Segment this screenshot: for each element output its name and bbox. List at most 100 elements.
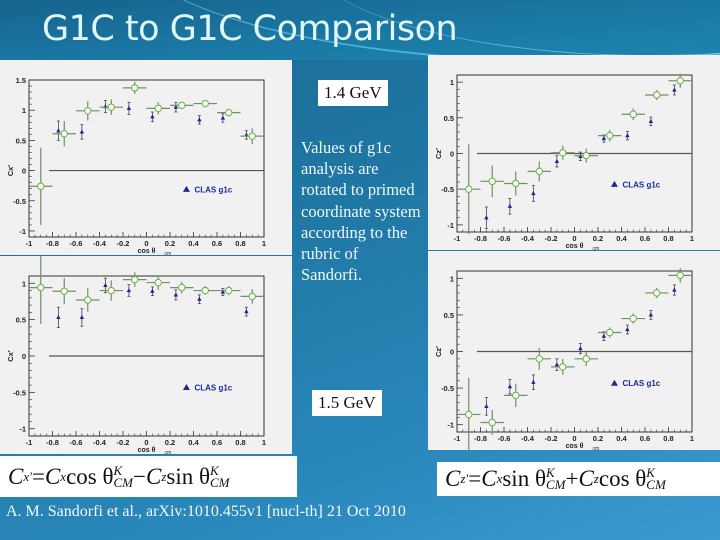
- data-point-clas-g1c: [507, 378, 513, 395]
- y-tick-label: 0: [450, 150, 454, 159]
- legend-marker: [182, 384, 190, 390]
- formula-function: sin θ: [166, 463, 211, 489]
- y-tick-label: 0.5: [16, 316, 26, 325]
- x-tick-label: -0.4: [521, 234, 535, 243]
- y-tick-label: -0.5: [13, 388, 26, 397]
- chart-panel-cx-1.5: -1 -0.8 -0.6 -0.4 -0.2 0 0.2 0.4 0.6 0.8 1 cos θ cm -…: [0, 256, 292, 454]
- x-axis-label: cos θ: [566, 443, 584, 450]
- y-tick-label: 1: [450, 274, 454, 283]
- y-axis-label: Cz′: [434, 346, 443, 357]
- x-tick-label: -1: [26, 438, 33, 447]
- data-point-clas-g1c: [244, 130, 249, 140]
- legend-label: CLAS g1c: [194, 384, 232, 393]
- triangle-marker: [672, 287, 677, 292]
- data-point-g1c-rotated: [217, 286, 241, 295]
- triangle-marker: [625, 133, 630, 138]
- y-tick-label: 0: [22, 167, 26, 176]
- x-tick-label: 0.4: [616, 234, 627, 243]
- formula-operator: =: [31, 463, 45, 489]
- triangle-marker: [56, 128, 61, 133]
- data-point-clas-g1c: [220, 113, 226, 123]
- triangle-marker: [150, 114, 155, 119]
- data-point-clas-g1c: [648, 310, 654, 320]
- open-circle-marker: [559, 363, 567, 371]
- x-tick-label: -0.8: [474, 234, 487, 243]
- legend-marker: [610, 180, 618, 187]
- x-axis-label-subscript: cm: [165, 450, 172, 454]
- x-axis-label: cos θ: [566, 243, 584, 250]
- open-circle-marker: [535, 167, 543, 176]
- x-tick-label: -1: [454, 234, 461, 243]
- x-tick-label: -0.4: [93, 438, 107, 447]
- data-point-g1c-rotated: [99, 99, 123, 116]
- x-tick-label: -0.8: [46, 239, 59, 248]
- formula-operator: −: [133, 463, 146, 489]
- data-point-g1c-rotated: [146, 275, 170, 290]
- triangle-marker: [554, 158, 560, 163]
- x-tick-label: 0.2: [165, 239, 175, 248]
- legend-label: CLAS g1c: [194, 185, 232, 194]
- data-point-g1c-rotated: [574, 148, 598, 163]
- y-tick-label: -1: [19, 425, 26, 434]
- open-circle-marker: [582, 355, 590, 363]
- data-point-g1c-rotated: [645, 89, 669, 100]
- triangle-marker: [103, 282, 108, 288]
- open-circle-marker: [629, 314, 637, 323]
- x-tick-label: 0.6: [640, 234, 650, 243]
- x-tick-label: 0.4: [188, 239, 199, 248]
- formula-cz-prime: Cz′ = Cx sin θ K CM + Cz cos θ K CM: [437, 462, 720, 496]
- data-point-clas-g1c: [672, 284, 677, 296]
- x-axis-label: cos θ: [138, 447, 156, 454]
- y-tick-label: -0.5: [441, 384, 454, 393]
- formula-subscript: CM: [210, 474, 230, 490]
- y-tick-label: 0.5: [16, 136, 26, 145]
- triangle-marker: [484, 403, 489, 408]
- open-circle-marker: [653, 289, 661, 297]
- open-circle-marker: [60, 287, 68, 295]
- triangle-marker: [601, 333, 607, 338]
- data-point-g1c-rotated: [76, 101, 100, 121]
- x-tick-label: 1: [262, 239, 266, 248]
- data-point-g1c-rotated: [170, 101, 194, 110]
- triangle-marker: [507, 384, 513, 389]
- data-point-clas-g1c: [507, 198, 513, 215]
- x-axis-label-subscript: cm: [165, 251, 172, 255]
- x-tick-label: 0: [144, 438, 148, 447]
- legend-label: CLAS g1c: [622, 379, 660, 388]
- open-circle-marker: [488, 418, 496, 427]
- open-circle-marker: [535, 355, 543, 363]
- x-tick-label: -0.6: [498, 434, 511, 443]
- x-tick-label: 1: [690, 434, 694, 443]
- energy-label-bottom: 1.5 GeV: [312, 390, 382, 416]
- data-point-g1c-rotated: [621, 108, 645, 120]
- triangle-marker: [625, 326, 630, 332]
- open-circle-marker: [629, 110, 637, 118]
- x-tick-label: -0.4: [93, 239, 107, 248]
- x-tick-label: 0: [144, 239, 148, 248]
- triangle-marker: [197, 117, 202, 122]
- y-tick-label: 1: [450, 78, 454, 87]
- x-tick-label: 0.2: [593, 234, 603, 243]
- chart-cz-1.4: -1 -0.8 -0.6 -0.4 -0.2 0 0.2 0.4 0.6 0.8 1 cos θ cm -…: [434, 73, 694, 250]
- triangle-marker: [531, 379, 536, 384]
- y-tick-label: -0.5: [13, 197, 26, 206]
- triangle-marker: [648, 118, 654, 123]
- data-point-g1c-rotated: [668, 268, 692, 283]
- data-point-g1c-rotated: [480, 410, 504, 435]
- y-tick-label: -1: [447, 221, 454, 230]
- data-point-clas-g1c: [79, 308, 85, 327]
- data-point-clas-g1c: [173, 101, 179, 113]
- x-tick-label: -0.2: [545, 434, 558, 443]
- data-point-clas-g1c: [625, 130, 630, 141]
- rotation-note: Values of g1c analysis are rotated to pr…: [301, 138, 421, 285]
- triangle-marker: [79, 129, 85, 134]
- x-tick-label: 0.2: [593, 434, 603, 443]
- x-tick-label: 0.6: [640, 434, 650, 443]
- data-point-clas-g1c: [126, 101, 132, 115]
- data-point-clas-g1c: [220, 287, 226, 297]
- data-point-clas-g1c: [197, 294, 202, 305]
- triangle-marker: [79, 314, 85, 320]
- slide-title: G1C to G1C Comparison: [42, 9, 458, 49]
- open-circle-marker: [512, 179, 520, 188]
- y-tick-label: -0.5: [441, 185, 454, 194]
